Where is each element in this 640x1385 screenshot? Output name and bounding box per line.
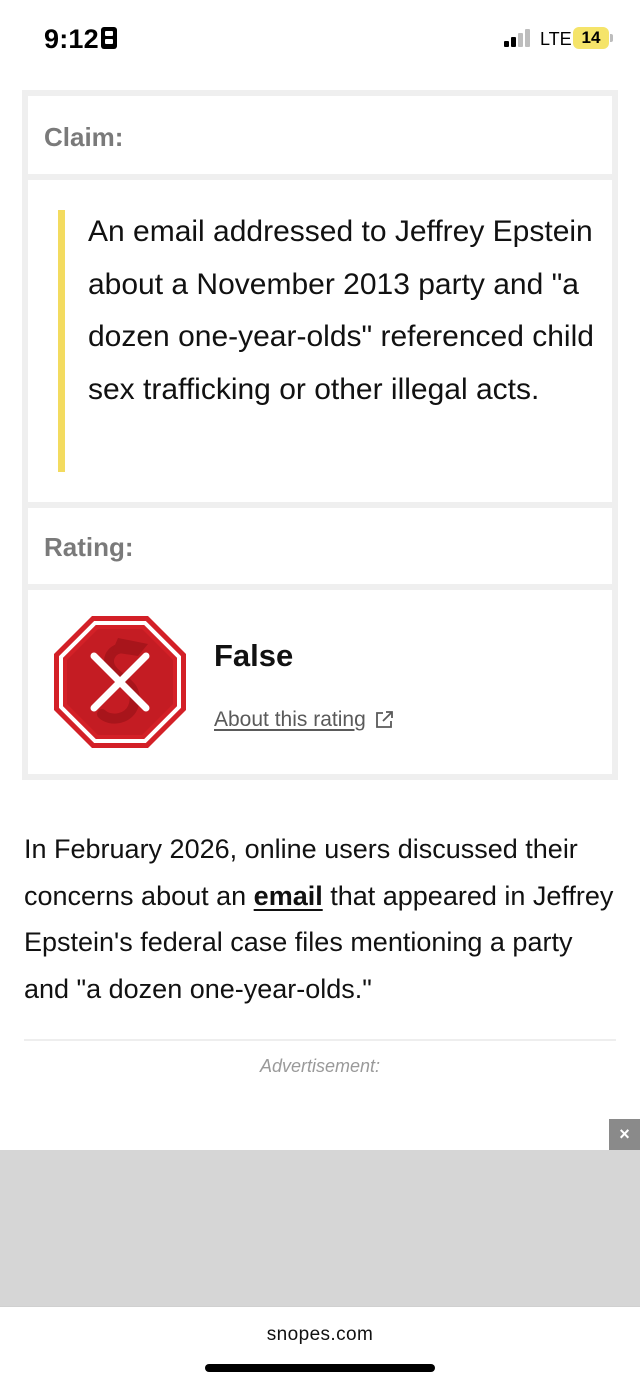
claim-text: An email addressed to Jeffrey Epstein ab… xyxy=(88,215,594,406)
claim-header: Claim: xyxy=(28,96,612,174)
status-time: 9:12 xyxy=(44,24,99,54)
battery-cap xyxy=(610,34,613,42)
fact-check-card: Claim: An email addressed to Jeffrey Eps… xyxy=(22,90,618,780)
email-link[interactable]: email xyxy=(254,881,323,911)
about-rating-link[interactable]: About this rating xyxy=(214,708,394,732)
claim-body: An email addressed to Jeffrey Epstein ab… xyxy=(28,180,612,502)
contact-card-icon xyxy=(101,27,117,49)
rating-label: Rating: xyxy=(44,532,134,562)
url-domain[interactable]: snopes.com xyxy=(0,1324,640,1346)
claim-label: Claim: xyxy=(44,122,124,152)
cellular-signal-icon xyxy=(504,29,534,47)
article-paragraph: In February 2026, online users discussed… xyxy=(24,826,620,1012)
external-link-icon xyxy=(375,711,393,728)
home-indicator[interactable] xyxy=(205,1364,435,1372)
ad-banner[interactable] xyxy=(0,1150,640,1306)
claim-quote-bar xyxy=(58,210,65,472)
rating-value: False xyxy=(214,638,294,673)
browser-address-bar[interactable]: snopes.com xyxy=(0,1306,640,1385)
network-type: LTE xyxy=(540,29,572,49)
about-rating-label: About this rating xyxy=(214,708,366,731)
status-bar: 9:12 LTE 14 xyxy=(0,0,640,78)
false-rating-stop-sign-icon xyxy=(54,616,186,748)
rating-header: Rating: xyxy=(28,508,612,584)
battery-icon: 14 xyxy=(573,27,609,49)
advertisement-label: Advertisement: xyxy=(259,1056,381,1076)
ad-close-button[interactable]: × xyxy=(609,1119,640,1150)
divider xyxy=(24,1039,616,1041)
rating-body: False About this rating xyxy=(28,590,612,774)
